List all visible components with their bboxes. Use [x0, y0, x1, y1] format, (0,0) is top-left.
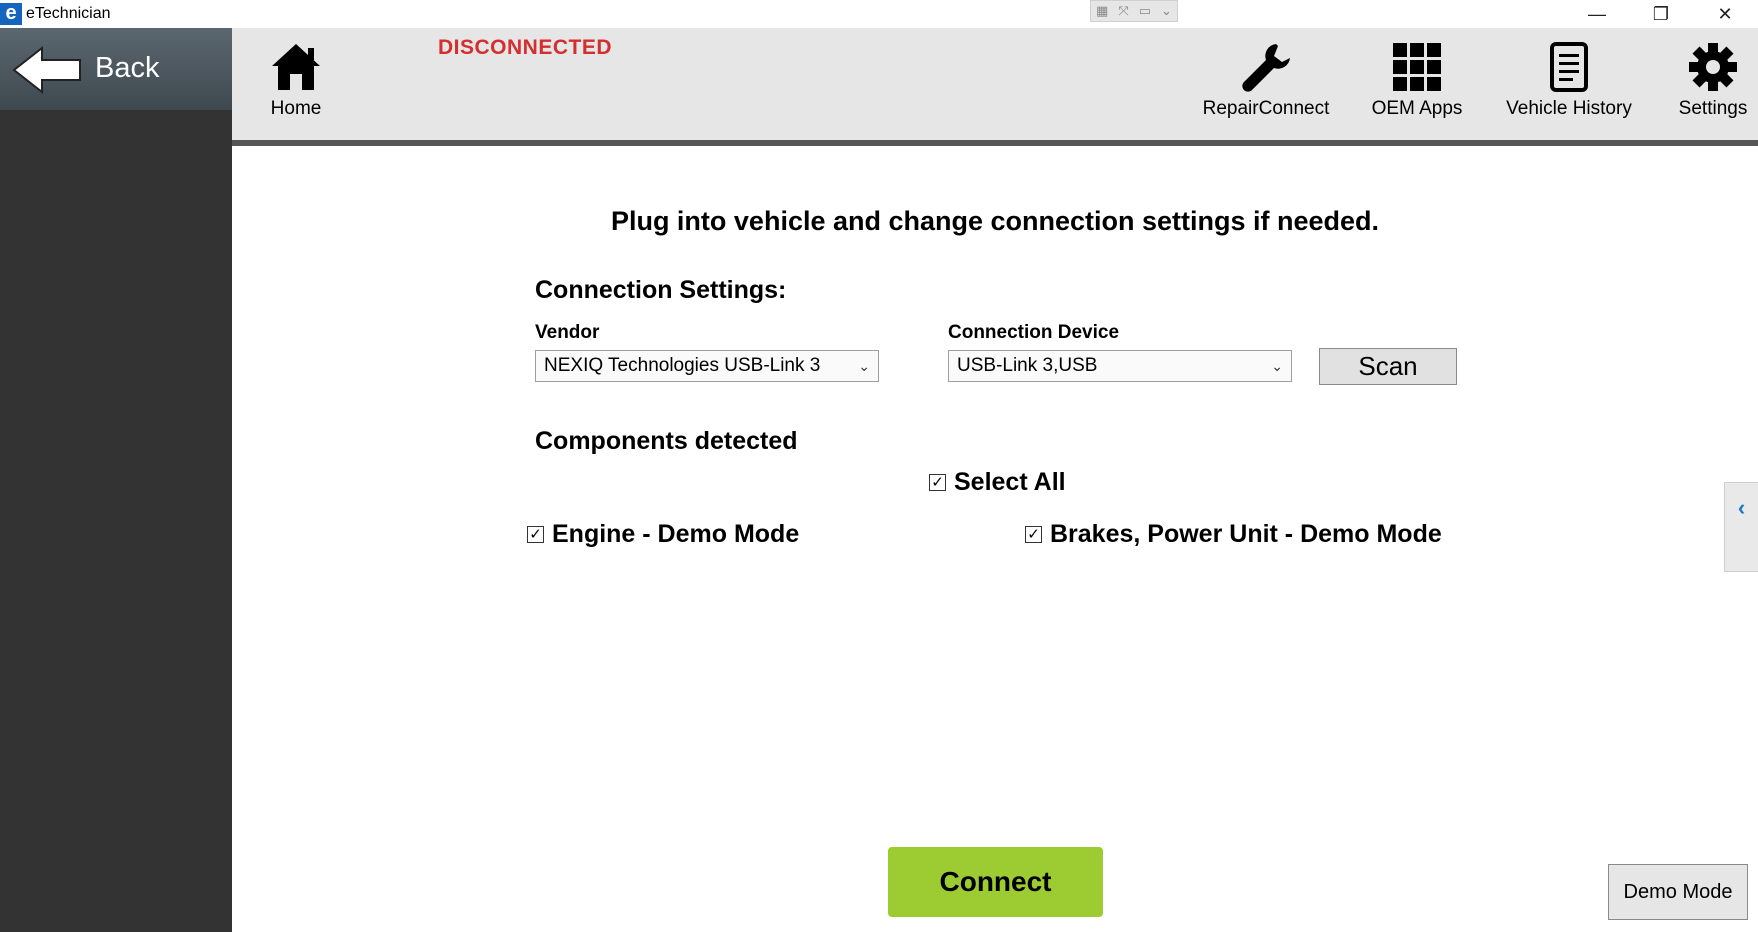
back-button[interactable]: Back [0, 28, 232, 110]
checkbox-check-icon[interactable]: ✓ [527, 526, 544, 543]
floating-mini-toolbar[interactable]: ▦ ⤧ ▭ ⌄ [1090, 0, 1178, 22]
vendor-label: Vendor [535, 322, 600, 343]
connection-device-label: Connection Device [948, 322, 1120, 343]
oem-apps-button[interactable]: OEM Apps [1367, 42, 1467, 120]
repairconnect-button[interactable]: RepairConnect [1201, 42, 1331, 120]
restore-button[interactable]: ❐ [1632, 0, 1690, 28]
vehicle-history-button[interactable]: Vehicle History [1504, 42, 1634, 120]
wrench-icon [1242, 44, 1290, 92]
oem-apps-label: OEM Apps [1371, 98, 1463, 119]
grid-icon[interactable]: ▦ [1096, 3, 1108, 19]
connection-status: DISCONNECTED [438, 36, 613, 59]
fullscreen-icon[interactable]: ⤧ [1118, 3, 1128, 19]
component-label: Brakes, Power Unit - Demo Mode [1050, 520, 1442, 548]
apps-grid-icon [1393, 43, 1441, 91]
sidebar: Back [0, 28, 232, 932]
select-all-label: Select All [954, 468, 1066, 496]
vendor-select[interactable]: NEXIQ Technologies USB-Link 3 ⌄ [535, 350, 879, 382]
chevron-left-icon: ‹ [1737, 495, 1746, 520]
window-title: eTechnician [26, 5, 111, 22]
back-button-label: Back [95, 52, 160, 84]
repairconnect-label: RepairConnect [1202, 98, 1330, 119]
scan-button[interactable]: Scan [1319, 348, 1457, 385]
select-all-checkbox[interactable]: ✓ Select All [929, 468, 1066, 497]
home-button[interactable]: Home [266, 42, 326, 120]
title-bar: e eTechnician ▦ ⤧ ▭ ⌄ — ❐ ✕ [0, 0, 1758, 28]
connection-device-select[interactable]: USB-Link 3,USB ⌄ [948, 350, 1292, 382]
vendor-select-value: NEXIQ Technologies USB-Link 3 [544, 355, 821, 376]
gear-icon [1689, 43, 1737, 91]
connection-settings-title: Connection Settings: [535, 276, 787, 304]
chevron-down-icon[interactable]: ⌄ [1161, 3, 1172, 19]
home-label: Home [270, 98, 322, 119]
side-panel-toggle[interactable]: ‹ [1724, 482, 1758, 572]
connect-button[interactable]: Connect [888, 847, 1103, 917]
back-arrow-icon [12, 46, 81, 94]
chevron-down-icon: ⌄ [858, 358, 870, 374]
vehicle-history-label: Vehicle History [1506, 98, 1632, 119]
settings-label: Settings [1678, 98, 1748, 119]
checkbox-check-icon[interactable]: ✓ [929, 474, 946, 491]
component-label: Engine - Demo Mode [552, 520, 800, 548]
component-checkbox-brakes[interactable]: ✓ Brakes, Power Unit - Demo Mode [1025, 520, 1442, 549]
instruction-text: Plug into vehicle and change connection … [610, 206, 1380, 236]
components-detected-title: Components detected [535, 427, 798, 455]
close-button[interactable]: ✕ [1696, 0, 1754, 28]
home-icon [272, 44, 320, 90]
document-icon [1550, 42, 1588, 92]
settings-button[interactable]: Settings [1668, 42, 1758, 120]
component-checkbox-engine[interactable]: ✓ Engine - Demo Mode [527, 520, 799, 549]
app-logo-icon: e [0, 3, 22, 25]
demo-mode-button[interactable]: Demo Mode [1608, 864, 1748, 920]
chevron-down-icon: ⌄ [1271, 358, 1283, 374]
monitor-icon[interactable]: ▭ [1139, 3, 1151, 19]
minimize-button[interactable]: — [1568, 0, 1626, 28]
top-toolbar: Home DISCONNECTED RepairConnect OEM Apps… [232, 28, 1758, 146]
checkbox-check-icon[interactable]: ✓ [1025, 526, 1042, 543]
connection-device-value: USB-Link 3,USB [957, 355, 1098, 376]
